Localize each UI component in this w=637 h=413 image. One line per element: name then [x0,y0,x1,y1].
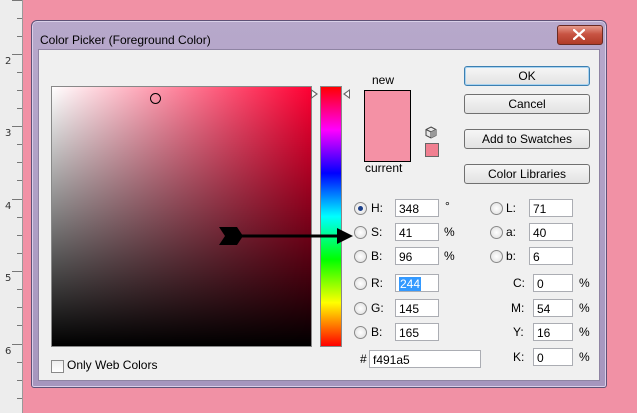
radio-hue[interactable] [354,202,367,215]
hue-slider-left-arrow-icon[interactable] [311,89,318,99]
red-input[interactable]: 244 [395,274,439,292]
yellow-input[interactable]: 16 [533,323,573,341]
ruler-number: 4 [5,201,12,212]
color-libraries-button[interactable]: Color Libraries [464,164,590,184]
cyan-label: C: [513,276,525,290]
only-web-colors-label: Only Web Colors [67,358,158,372]
radio-lab-b[interactable] [490,250,503,263]
lab-l-input[interactable]: 71 [529,199,573,217]
ruler-number: 6 [5,346,12,357]
red-label: R: [371,276,383,290]
current-color-swatch[interactable] [365,126,410,161]
new-label: new [372,73,395,87]
lab-l-label: L: [506,201,517,215]
percent-unit: % [579,301,590,315]
cyan-input[interactable]: 0 [533,274,573,292]
hue-slider[interactable] [320,86,342,347]
percent-unit: % [579,350,590,364]
cancel-button[interactable]: Cancel [464,94,590,114]
lab-b-input[interactable]: 6 [529,247,573,265]
ruler-number: 2 [5,56,12,67]
web-safe-swatch[interactable] [425,143,439,157]
black-label: K: [513,350,525,364]
ruler-number: 5 [5,273,12,284]
red-value-selected: 244 [399,277,422,291]
color-picker-dialog: Color Picker (Foreground Color) new curr… [31,20,607,388]
yellow-label: Y: [513,325,524,339]
blue-input[interactable]: 165 [395,323,439,341]
out-of-gamut-cube-icon[interactable] [425,126,437,139]
annotation-arrow-icon [219,227,353,245]
radio-lightness[interactable] [490,202,503,215]
close-button[interactable] [557,25,603,45]
lab-b-label: b: [506,249,517,263]
hex-label: # [360,352,367,366]
hex-input[interactable]: f491a5 [369,350,481,368]
new-color-swatch [365,91,410,126]
percent-unit: % [444,225,455,239]
radio-brightness[interactable] [354,250,367,263]
ruler-number: 3 [5,128,12,139]
radio-red[interactable] [354,277,367,290]
hue-label: H: [371,201,383,215]
dialog-title: Color Picker (Foreground Color) [40,33,211,47]
radio-lab-a[interactable] [490,226,503,239]
brightness-label: B: [371,249,383,263]
percent-unit: % [579,276,590,290]
black-input[interactable]: 0 [533,348,573,366]
radio-blue[interactable] [354,326,367,339]
green-label: G: [371,301,384,315]
blue-label: B: [371,325,383,339]
dialog-client-area: new current OK Cancel Add to Swatches Co… [38,49,600,381]
magenta-input[interactable]: 54 [533,299,573,317]
vertical-ruler: 2 3 4 5 6 [0,0,23,413]
current-label: current [365,161,403,175]
lab-a-input[interactable]: 40 [529,223,573,241]
color-swatch-preview [364,90,411,162]
hue-input[interactable]: 348 [395,199,439,217]
magenta-label: M: [511,301,525,315]
color-field-marker[interactable] [150,93,161,104]
ok-button[interactable]: OK [464,66,590,86]
degree-unit: ° [445,199,450,213]
radio-saturation[interactable] [354,226,367,239]
percent-unit: % [579,325,590,339]
only-web-colors-checkbox[interactable] [51,360,64,373]
brightness-input[interactable]: 96 [395,247,439,265]
saturation-label: S: [371,225,383,239]
radio-green[interactable] [354,302,367,315]
color-field[interactable] [51,86,312,347]
hue-slider-right-arrow-icon[interactable] [343,89,350,99]
add-to-swatches-button[interactable]: Add to Swatches [464,129,590,149]
close-icon [573,29,585,40]
lab-a-label: a: [506,225,517,239]
saturation-input[interactable]: 41 [395,223,439,241]
green-input[interactable]: 145 [395,299,439,317]
percent-unit: % [444,249,455,263]
